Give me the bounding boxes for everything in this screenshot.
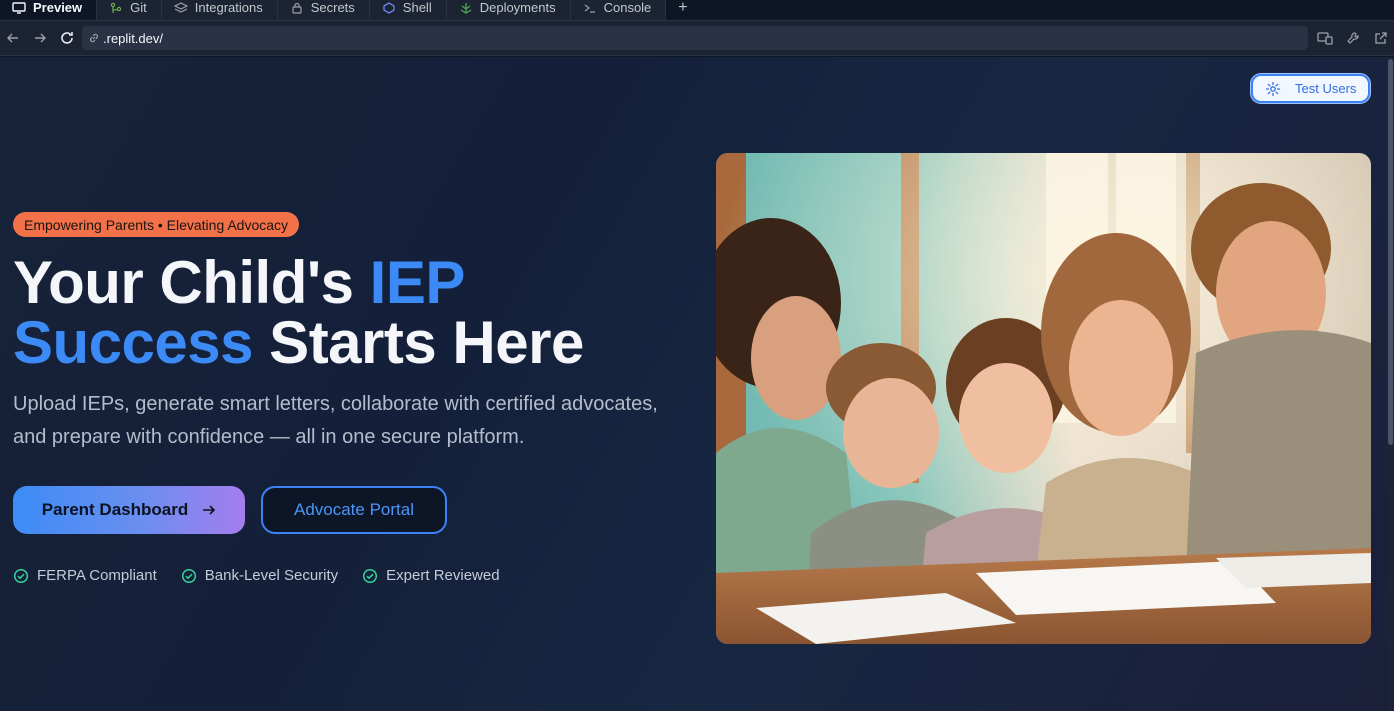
layers-icon bbox=[173, 1, 188, 14]
arrow-right-icon bbox=[35, 33, 46, 43]
check-circle-icon bbox=[13, 568, 29, 584]
trust-label: Bank-Level Security bbox=[204, 567, 339, 584]
arrow-left-icon bbox=[7, 33, 19, 43]
external-link-icon bbox=[1375, 32, 1387, 44]
parent-dashboard-button[interactable]: Parent Dashboard bbox=[13, 486, 245, 534]
tab-label: Deployments bbox=[479, 0, 556, 15]
plus-icon: + bbox=[678, 0, 688, 16]
hero-family-image bbox=[716, 153, 1371, 644]
deploy-icon bbox=[459, 2, 473, 14]
open-new-tab-button[interactable] bbox=[1368, 24, 1394, 52]
advocate-portal-button[interactable]: Advocate Portal bbox=[261, 486, 447, 534]
tab-label: Preview bbox=[33, 0, 83, 15]
workspace-tab-bar: Preview Git Integrations Secrets Shell D… bbox=[0, 0, 1394, 21]
hero-headline: Your Child's IEP Success Starts Here bbox=[13, 253, 693, 373]
scrollbar-thumb[interactable] bbox=[1388, 59, 1393, 445]
tab-label: Git bbox=[130, 0, 147, 15]
hero-subtitle: Upload IEPs, generate smart letters, col… bbox=[13, 393, 658, 448]
tab-shell[interactable]: Shell bbox=[369, 0, 447, 20]
trust-label: Expert Reviewed bbox=[386, 567, 500, 584]
headline-part1: Your Child's bbox=[13, 249, 370, 316]
preview-address-bar: .replit.dev/ bbox=[0, 21, 1394, 56]
test-users-button[interactable]: Test Users bbox=[1251, 74, 1370, 103]
trust-item: Bank-Level Security bbox=[181, 567, 338, 584]
devices-icon bbox=[1317, 32, 1333, 45]
tab-preview[interactable]: Preview bbox=[0, 0, 98, 20]
trust-item: FERPA Compliant bbox=[13, 567, 157, 584]
tab-console[interactable]: Console bbox=[570, 0, 667, 20]
arrow-right-icon bbox=[202, 504, 216, 516]
terminal-icon bbox=[583, 2, 597, 14]
reload-button[interactable] bbox=[53, 24, 80, 52]
check-circle-icon bbox=[181, 568, 197, 584]
landing-page: Test Users Empowering Parents • Elevatin… bbox=[0, 57, 1394, 711]
wrench-icon bbox=[1347, 32, 1359, 44]
check-circle-icon bbox=[362, 568, 378, 584]
refresh-icon bbox=[60, 32, 73, 44]
url-text: .replit.dev/ bbox=[103, 30, 163, 46]
forward-button[interactable] bbox=[27, 24, 54, 52]
gear-icon bbox=[1265, 81, 1281, 97]
parent-dashboard-label: Parent Dashboard bbox=[41, 500, 189, 519]
tab-integrations[interactable]: Integrations bbox=[161, 0, 278, 20]
tab-secrets[interactable]: Secrets bbox=[277, 0, 370, 20]
git-icon bbox=[109, 2, 123, 14]
headline-part2: Starts Here bbox=[253, 309, 584, 376]
tab-label: Integrations bbox=[194, 0, 263, 15]
test-users-label: Test Users bbox=[1295, 81, 1357, 96]
tagline-badge: Empowering Parents • Elevating Advocacy bbox=[13, 212, 300, 237]
tools-button[interactable] bbox=[1340, 24, 1366, 52]
devtools-button[interactable] bbox=[1312, 24, 1338, 52]
trust-indicators: FERPA Compliant Bank-Level Security Expe… bbox=[13, 567, 524, 584]
trust-label: FERPA Compliant bbox=[37, 567, 157, 584]
tab-git[interactable]: Git bbox=[97, 0, 162, 20]
tab-label: Secrets bbox=[310, 0, 355, 15]
lock-icon bbox=[290, 2, 304, 14]
back-button[interactable] bbox=[0, 24, 27, 52]
tab-label: Shell bbox=[402, 0, 432, 15]
trust-item: Expert Reviewed bbox=[362, 567, 500, 584]
add-tab-button[interactable]: + bbox=[666, 0, 697, 20]
page-scrollbar[interactable] bbox=[1386, 57, 1394, 711]
shell-icon bbox=[382, 1, 396, 14]
monitor-icon bbox=[12, 1, 26, 14]
advocate-portal-label: Advocate Portal bbox=[293, 500, 414, 519]
url-field[interactable]: .replit.dev/ bbox=[82, 26, 1309, 50]
link-icon bbox=[88, 32, 100, 44]
tab-deployments[interactable]: Deployments bbox=[446, 0, 571, 20]
tab-label: Console bbox=[603, 0, 652, 15]
